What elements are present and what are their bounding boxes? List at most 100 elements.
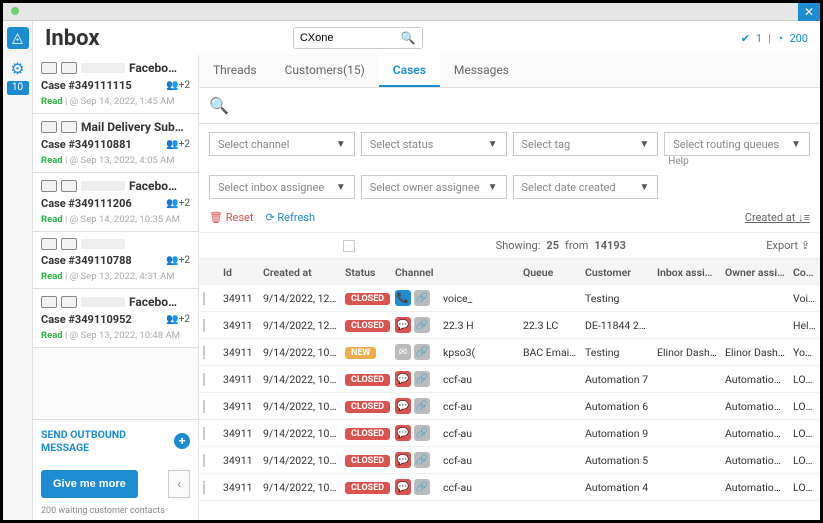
row-checkbox[interactable] (203, 292, 205, 305)
envelope-icon (61, 121, 77, 133)
cell-created: 9/14/2022, 10:1 (259, 427, 341, 440)
chat-icon: 💬 (395, 425, 411, 441)
caret-down-icon: ▼ (488, 182, 498, 193)
status-pill: CLOSED (345, 455, 390, 467)
app-logo-icon[interactable]: ◬ (7, 27, 29, 49)
cell-id: 34911 (219, 346, 259, 359)
sidebar-case-card[interactable]: Facebo… Case #349111206 👥+2 Read | @ Sep… (33, 173, 198, 232)
envelope-icon (41, 121, 57, 133)
filter-routing-queues[interactable]: Select routing queues▼ (664, 132, 810, 156)
filter-tag[interactable]: Select tag▼ (513, 132, 659, 156)
participants-count: 👥+2 (166, 255, 190, 266)
row-checkbox[interactable] (203, 481, 205, 494)
window-close-button[interactable]: ✕ (798, 3, 820, 21)
cell-customer: Automation 5 (581, 454, 653, 467)
tab-threads[interactable]: Threads (199, 55, 271, 87)
link-icon: 🔗 (414, 290, 430, 306)
chat-icon: 💬 (395, 371, 411, 387)
table-row[interactable]: 34911 9/14/2022, 10:0 CLOSED 💬🔗 ccf-au A… (199, 474, 820, 501)
status-pill: CLOSED (345, 428, 390, 440)
reset-button[interactable]: 🗑 Reset (209, 211, 253, 224)
cell-channel: ccf-au (439, 454, 519, 467)
link-icon: 🔗 (414, 344, 430, 360)
cell-owner-assignee: Automation SO, (721, 373, 789, 386)
cell-created: 9/14/2022, 10:3 (259, 373, 341, 386)
waiting-note: 200 waiting customer contacts (33, 506, 198, 520)
chat-icon: 💬 (395, 452, 411, 468)
row-checkbox[interactable] (203, 346, 205, 359)
search-input[interactable] (300, 32, 400, 44)
row-checkbox[interactable] (203, 427, 205, 440)
cell-owner-assignee: Elinor Dashwoo (721, 346, 789, 359)
cell-context: Hellow? (789, 319, 820, 332)
help-link[interactable]: Help (664, 156, 810, 167)
timestamp: | @ Sep 13, 2022, 10:48 AM (65, 330, 180, 341)
cell-queue: 22.3 LC (519, 319, 581, 332)
cell-customer: Automation 9 (581, 427, 653, 440)
sidebar-case-card[interactable]: Facebo… Case #349111115 👥+2 Read | @ Sep… (33, 55, 198, 114)
main-tabs: Threads Customers(15) Cases Messages (199, 55, 820, 88)
table-row[interactable]: 34911 9/14/2022, 10:1 CLOSED 💬🔗 ccf-au A… (199, 447, 820, 474)
cell-created: 9/14/2022, 12:1 (259, 319, 341, 332)
row-checkbox[interactable] (203, 400, 205, 413)
tab-customers[interactable]: Customers(15) (271, 55, 379, 87)
filter-channel[interactable]: Select channel▼ (209, 132, 355, 156)
filter-date-created[interactable]: Select date created▼ (513, 175, 659, 199)
cell-context: LOAD TEST MES (789, 454, 820, 467)
cell-created: 9/14/2022, 12:4 (259, 292, 341, 305)
envelope-icon (41, 180, 57, 192)
table-row[interactable]: 34911 9/14/2022, 12:1 CLOSED 💬🔗 22.3 H 2… (199, 312, 820, 339)
timestamp: | @ Sep 14, 2022, 1:45 AM (65, 96, 175, 107)
row-checkbox[interactable] (203, 319, 205, 332)
table-row[interactable]: 34911 9/14/2022, 10:1 CLOSED 💬🔗 ccf-au A… (199, 420, 820, 447)
header-search[interactable]: 🔍 (293, 27, 423, 49)
search-icon: 🔍 (401, 31, 416, 45)
sidebar-case-card[interactable]: Mail Delivery Sub… Case #349110881 👥+2 R… (33, 114, 198, 173)
counter-2: 200 (789, 32, 808, 45)
caret-down-icon: ▼ (336, 139, 346, 150)
row-checkbox[interactable] (203, 454, 205, 467)
link-icon: 🔗 (414, 425, 430, 441)
cell-id: 34911 (219, 454, 259, 467)
mail-icon: ✉ (395, 344, 411, 360)
filter-search-icon[interactable]: 🔍 (209, 96, 229, 115)
table-row[interactable]: 34911 9/14/2022, 10:1 CLOSED 💬🔗 ccf-au A… (199, 393, 820, 420)
select-all-checkbox[interactable] (343, 240, 355, 252)
tab-messages[interactable]: Messages (440, 55, 523, 87)
export-button[interactable]: Export ⇪ (766, 239, 810, 252)
rail-badge: 10 (7, 81, 29, 95)
link-icon: 🔗 (414, 452, 430, 468)
table-row[interactable]: 34911 9/14/2022, 10:3 NEW ✉🔗 kpso3( BAC … (199, 339, 820, 366)
cell-customer: Testing (581, 346, 653, 359)
cell-context: LOAD TEST MES (789, 427, 820, 440)
sort-toggle[interactable]: Created at ↓≡ (745, 211, 810, 224)
envelope-icon (61, 238, 77, 250)
cell-channel: ccf-au (439, 481, 519, 494)
participants-count: 👥+2 (166, 80, 190, 91)
collapse-sidebar-button[interactable]: ‹ (168, 470, 190, 498)
settings-gear-icon[interactable]: ⚙ (7, 57, 29, 79)
cell-customer: Automation 4 (581, 481, 653, 494)
row-checkbox[interactable] (203, 373, 205, 386)
sidebar-case-card[interactable]: Facebo… Case #349110952 👥+2 Read | @ Sep… (33, 289, 198, 348)
filter-inbox-assignee[interactable]: Select inbox assignee▼ (209, 175, 355, 199)
filter-status[interactable]: Select status▼ (361, 132, 507, 156)
table-row[interactable]: 34911 9/14/2022, 10:3 CLOSED 💬🔗 ccf-au A… (199, 366, 820, 393)
filter-owner-assignee[interactable]: Select owner assignee▼ (361, 175, 507, 199)
status-pill: CLOSED (345, 401, 390, 413)
status-pill: CLOSED (345, 482, 390, 494)
envelope-icon (61, 62, 77, 74)
send-outbound-button[interactable]: SEND OUTBOUND MESSAGE + (33, 419, 198, 462)
refresh-button[interactable]: ⟳ Refresh (265, 211, 315, 224)
caret-down-icon: ▼ (639, 139, 649, 150)
cell-customer: DE-11844 2023- (581, 319, 653, 332)
sidebar-case-card[interactable]: Case #349110788 👥+2 Read | @ Sep 13, 202… (33, 232, 198, 289)
timestamp: | @ Sep 13, 2022, 4:31 AM (65, 271, 175, 282)
give-me-more-button[interactable]: Give me more (41, 470, 138, 498)
tab-cases[interactable]: Cases (379, 55, 440, 87)
chat-icon: 💬 (395, 398, 411, 414)
channel-icons: 📞🔗 (391, 290, 439, 306)
table-row[interactable]: 34911 9/14/2022, 12:4 CLOSED 📞🔗 voice_ T… (199, 285, 820, 312)
redacted-text (81, 239, 125, 249)
case-id: Case #349110788 (41, 254, 132, 267)
